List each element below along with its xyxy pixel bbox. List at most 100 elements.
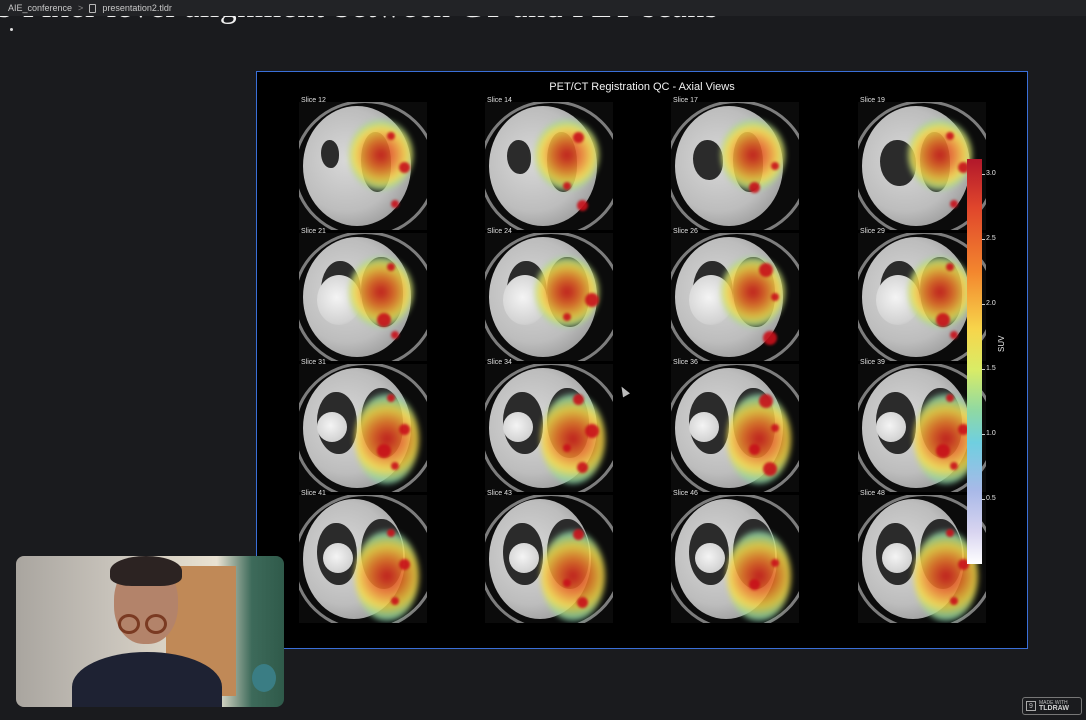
uptake-hotspot bbox=[573, 394, 584, 405]
ct-slice-image bbox=[299, 233, 427, 361]
slice-label: Slice 34 bbox=[487, 359, 512, 366]
uptake-hotspot bbox=[577, 597, 588, 608]
ct-slice-image bbox=[299, 364, 427, 492]
colorbar-tick-label: 0.5 bbox=[986, 495, 996, 502]
colorbar bbox=[967, 159, 982, 564]
uptake-hotspot bbox=[936, 313, 950, 327]
heart bbox=[876, 412, 906, 442]
pet-overlay bbox=[721, 120, 785, 190]
uptake-hotspot bbox=[946, 263, 954, 271]
chevron-right-icon: > bbox=[78, 3, 84, 13]
ct-slice-image bbox=[485, 495, 613, 623]
pet-overlay bbox=[541, 531, 605, 621]
uptake-hotspot bbox=[377, 313, 391, 327]
background-lamp bbox=[252, 664, 276, 692]
colorbar-tick-mark bbox=[982, 174, 985, 175]
uptake-hotspot bbox=[377, 444, 391, 458]
uptake-hotspot bbox=[387, 394, 395, 402]
tldraw-logo-icon: 9 bbox=[1026, 701, 1036, 711]
figure-frame[interactable]: PET/CT Registration QC - Axial Views Sli… bbox=[256, 71, 1028, 649]
pet-overlay bbox=[727, 531, 791, 621]
pet-overlay bbox=[721, 257, 785, 327]
ct-slice-image bbox=[485, 364, 613, 492]
breadcrumb-file[interactable]: presentation2.tldr bbox=[102, 3, 172, 13]
uptake-hotspot bbox=[573, 529, 584, 540]
uptake-hotspot bbox=[759, 263, 773, 277]
ct-slice-image bbox=[485, 233, 613, 361]
uptake-hotspot bbox=[391, 597, 399, 605]
slice-label: Slice 19 bbox=[860, 97, 885, 104]
colorbar-tick-mark bbox=[982, 434, 985, 435]
left-lung bbox=[693, 140, 723, 180]
colorbar-tick-label: 3.0 bbox=[986, 170, 996, 177]
heart bbox=[323, 543, 353, 573]
uptake-hotspot bbox=[399, 162, 410, 173]
uptake-hotspot bbox=[946, 394, 954, 402]
made-with-tldraw-badge[interactable]: 9 MADE WITH TLDRAW bbox=[1022, 697, 1082, 715]
slice-label: Slice 31 bbox=[301, 359, 326, 366]
colorbar-tick-label: 1.0 bbox=[986, 430, 996, 437]
uptake-hotspot bbox=[399, 424, 410, 435]
uptake-hotspot bbox=[563, 313, 571, 321]
heart bbox=[882, 543, 912, 573]
uptake-hotspot bbox=[399, 559, 410, 570]
colorbar-tick-label: 1.5 bbox=[986, 365, 996, 372]
pet-overlay bbox=[355, 394, 419, 484]
colorbar-tick-label: 2.0 bbox=[986, 300, 996, 307]
uptake-hotspot bbox=[771, 162, 779, 170]
uptake-hotspot bbox=[771, 424, 779, 432]
uptake-hotspot bbox=[763, 331, 777, 345]
pet-overlay bbox=[349, 120, 413, 190]
uptake-hotspot bbox=[950, 462, 958, 470]
presenter-webcam[interactable] bbox=[16, 556, 284, 707]
heart bbox=[509, 543, 539, 573]
colorbar-tick-mark bbox=[982, 239, 985, 240]
slice-label: Slice 14 bbox=[487, 97, 512, 104]
uptake-hotspot bbox=[563, 444, 571, 452]
uptake-hotspot bbox=[763, 462, 777, 476]
uptake-hotspot bbox=[391, 331, 399, 339]
ct-slice-image bbox=[485, 102, 613, 230]
uptake-hotspot bbox=[771, 293, 779, 301]
uptake-hotspot bbox=[946, 132, 954, 140]
ct-slice-image bbox=[671, 102, 799, 230]
breadcrumb-folder[interactable]: AIE_conference bbox=[8, 3, 72, 13]
uptake-hotspot bbox=[387, 529, 395, 537]
presenter-hair bbox=[110, 556, 182, 586]
slice-label: Slice 24 bbox=[487, 228, 512, 235]
colorbar-label: SUV bbox=[997, 335, 1006, 352]
uptake-hotspot bbox=[946, 529, 954, 537]
uptake-hotspot bbox=[573, 132, 584, 143]
uptake-hotspot bbox=[577, 200, 588, 211]
colorbar-tick-label: 2.5 bbox=[986, 235, 996, 242]
uptake-hotspot bbox=[577, 462, 588, 473]
uptake-hotspot bbox=[771, 559, 779, 567]
ct-slice-image bbox=[671, 495, 799, 623]
slice-label: Slice 36 bbox=[673, 359, 698, 366]
uptake-hotspot bbox=[585, 424, 599, 438]
breadcrumb: AIE_conference > presentation2.tldr bbox=[0, 0, 1086, 16]
colorbar-tick-mark bbox=[982, 304, 985, 305]
uptake-hotspot bbox=[563, 579, 571, 587]
ct-slice-image bbox=[299, 495, 427, 623]
bullet-point bbox=[10, 28, 13, 31]
uptake-hotspot bbox=[387, 132, 395, 140]
uptake-hotspot bbox=[950, 331, 958, 339]
slice-label: Slice 12 bbox=[301, 97, 326, 104]
uptake-hotspot bbox=[391, 462, 399, 470]
slice-label: Slice 41 bbox=[301, 490, 326, 497]
uptake-hotspot bbox=[391, 200, 399, 208]
slice-label: Slice 43 bbox=[487, 490, 512, 497]
uptake-hotspot bbox=[950, 597, 958, 605]
colorbar-tick-mark bbox=[982, 369, 985, 370]
left-lung bbox=[321, 140, 339, 168]
slice-label: Slice 21 bbox=[301, 228, 326, 235]
uptake-hotspot bbox=[387, 263, 395, 271]
colorbar-tick-mark bbox=[982, 499, 985, 500]
pet-overlay bbox=[535, 120, 599, 190]
slice-label: Slice 17 bbox=[673, 97, 698, 104]
figure-title: PET/CT Registration QC - Axial Views bbox=[549, 81, 735, 93]
heart bbox=[689, 412, 719, 442]
uptake-hotspot bbox=[759, 394, 773, 408]
ct-slice-image bbox=[299, 102, 427, 230]
